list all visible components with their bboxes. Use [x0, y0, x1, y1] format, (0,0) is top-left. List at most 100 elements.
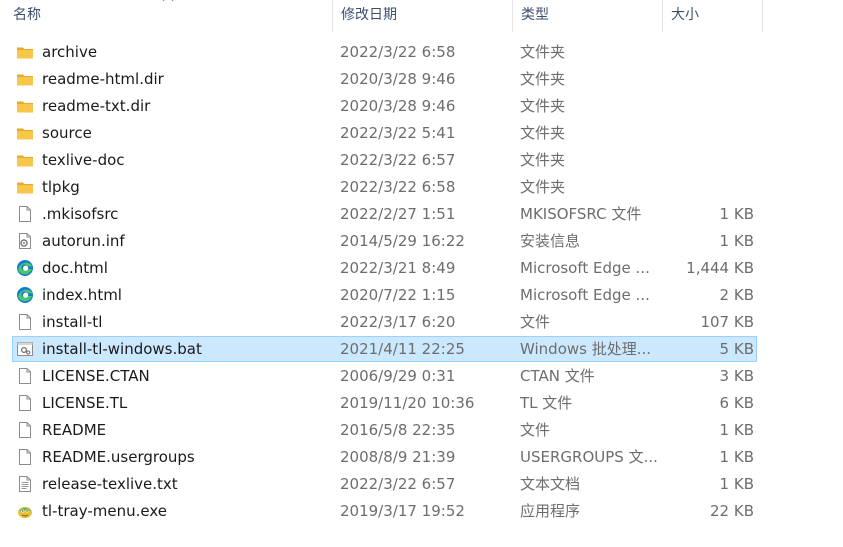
file-modified-date: 2022/3/22 6:58	[340, 178, 456, 196]
file-name: tlpkg	[42, 178, 80, 196]
file-modified-date: 2006/9/29 0:31	[340, 367, 456, 385]
column-header-name-label: 名称	[13, 7, 41, 23]
file-type: 文件夹	[520, 178, 566, 196]
file-modified-date: 2022/3/22 6:57	[340, 475, 456, 493]
edge-icon	[17, 260, 33, 276]
column-divider[interactable]	[762, 0, 763, 32]
file-type: 文件夹	[520, 70, 566, 88]
file-modified-date: 2014/5/29 16:22	[340, 232, 465, 250]
file-type: 文件夹	[520, 151, 566, 169]
file-modified-date: 2022/3/22 5:41	[340, 124, 456, 142]
file-type: 安装信息	[520, 232, 581, 250]
file-explorer-view: 名称 修改日期 类型 大小 archive 2022/3/22 6:58 文件夹 re…	[0, 0, 843, 547]
file-row[interactable]: readme-html.dir 2020/3/28 9:46 文件夹	[12, 66, 757, 92]
file-type: Microsoft Edge ...	[520, 286, 650, 304]
file-type: 文本文档	[520, 475, 581, 493]
file-icon	[19, 314, 31, 330]
folder-icon	[17, 155, 33, 167]
file-row[interactable]: release-texlive.txt 2022/3/22 6:57 文本文档 1 K…	[12, 471, 757, 497]
file-size	[663, 121, 754, 145]
file-name: autorun.inf	[42, 232, 125, 250]
file-size	[663, 67, 754, 91]
file-row[interactable]: README 2016/5/8 22:35 文件 1 KB	[12, 417, 757, 443]
column-header-date[interactable]: 修改日期	[332, 0, 512, 32]
file-size: 1 KB	[719, 232, 754, 250]
file-icon	[19, 395, 31, 411]
folder-icon	[17, 128, 33, 140]
column-header-size-label: 大小	[671, 7, 699, 23]
folder-icon	[17, 182, 33, 194]
sort-ascending-icon	[162, 0, 174, 2]
file-size	[663, 175, 754, 199]
column-header-name[interactable]: 名称	[6, 0, 332, 32]
file-icon	[19, 449, 31, 465]
file-row[interactable]: install-tl 2022/3/17 6:20 文件 107 KB	[12, 309, 757, 335]
file-modified-date: 2019/3/17 19:52	[340, 502, 465, 520]
file-modified-date: 2022/3/17 6:20	[340, 313, 456, 331]
batch-file-icon	[17, 342, 33, 356]
file-size: 5 KB	[719, 340, 754, 358]
file-type: USERGROUPS 文...	[520, 448, 658, 466]
file-size: 2 KB	[719, 286, 754, 304]
file-icon	[19, 422, 31, 438]
file-type: 文件夹	[520, 124, 566, 142]
file-modified-date: 2019/11/20 10:36	[340, 394, 475, 412]
file-row[interactable]: index.html 2020/7/22 1:15 Microsoft Edge .…	[12, 282, 757, 308]
file-modified-date: 2022/2/27 1:51	[340, 205, 456, 223]
file-size: 3 KB	[719, 367, 754, 385]
file-row[interactable]: readme-txt.dir 2020/3/28 9:46 文件夹	[12, 93, 757, 119]
file-name: texlive-doc	[42, 151, 125, 169]
file-name: readme-txt.dir	[42, 97, 151, 115]
file-size	[663, 94, 754, 118]
column-header: 名称 修改日期 类型 大小	[0, 0, 843, 32]
file-modified-date: 2008/8/9 21:39	[340, 448, 456, 466]
setup-info-icon	[19, 233, 31, 249]
file-type: MKISOFSRC 文件	[520, 205, 642, 223]
file-size: 6 KB	[719, 394, 754, 412]
file-row[interactable]: tlpkg 2022/3/22 6:58 文件夹	[12, 174, 757, 200]
file-name: .mkisofsrc	[42, 205, 119, 223]
column-header-type-label: 类型	[521, 7, 549, 23]
column-header-type[interactable]: 类型	[512, 0, 662, 32]
file-name: install-tl	[42, 313, 103, 331]
application-icon	[18, 507, 32, 518]
file-modified-date: 2022/3/21 8:49	[340, 259, 456, 277]
file-icon	[19, 368, 31, 384]
file-name: release-texlive.txt	[42, 475, 178, 493]
file-type: CTAN 文件	[520, 367, 595, 385]
file-size: 1 KB	[719, 421, 754, 439]
column-header-size[interactable]: 大小	[662, 0, 762, 32]
file-row[interactable]: LICENSE.TL 2019/11/20 10:36 TL 文件 6 KB	[12, 390, 757, 416]
file-row[interactable]: README.usergroups 2008/8/9 21:39 USERGROUP…	[12, 444, 757, 470]
file-name: source	[42, 124, 92, 142]
file-type: TL 文件	[520, 394, 573, 412]
file-row[interactable]: install-tl-windows.bat 2021/4/11 22:25 Win…	[12, 336, 757, 362]
file-modified-date: 2022/3/22 6:58	[340, 43, 456, 61]
file-row[interactable]: autorun.inf 2014/5/29 16:22 安装信息 1 KB	[12, 228, 757, 254]
file-row[interactable]: doc.html 2022/3/21 8:49 Microsoft Edge ...…	[12, 255, 757, 281]
folder-icon	[17, 74, 33, 86]
file-row[interactable]: tl-tray-menu.exe 2019/3/17 19:52 应用程序 22 KB	[12, 498, 757, 524]
file-name: tl-tray-menu.exe	[42, 502, 167, 520]
file-name: LICENSE.TL	[42, 394, 128, 412]
file-row[interactable]: LICENSE.CTAN 2006/9/29 0:31 CTAN 文件 3 KB	[12, 363, 757, 389]
file-row[interactable]: source 2022/3/22 5:41 文件夹	[12, 120, 757, 146]
file-type: Microsoft Edge ...	[520, 259, 650, 277]
file-type: Windows 批处理...	[520, 340, 652, 358]
file-size: 1,444 KB	[686, 259, 754, 277]
file-size: 1 KB	[719, 448, 754, 466]
file-type: 文件	[520, 421, 551, 439]
file-name: install-tl-windows.bat	[42, 340, 202, 358]
text-document-icon	[19, 476, 31, 492]
file-modified-date: 2020/3/28 9:46	[340, 97, 456, 115]
file-row[interactable]: archive 2022/3/22 6:58 文件夹	[12, 39, 757, 65]
file-size: 22 KB	[710, 502, 754, 520]
edge-icon	[17, 287, 33, 303]
file-modified-date: 2016/5/8 22:35	[340, 421, 456, 439]
file-size	[663, 40, 754, 64]
file-row[interactable]: .mkisofsrc 2022/2/27 1:51 MKISOFSRC 文件 1 KB	[12, 201, 757, 227]
file-row[interactable]: texlive-doc 2022/3/22 6:57 文件夹	[12, 147, 757, 173]
file-modified-date: 2021/4/11 22:25	[340, 340, 465, 358]
file-type: 文件夹	[520, 43, 566, 61]
folder-icon	[17, 101, 33, 113]
